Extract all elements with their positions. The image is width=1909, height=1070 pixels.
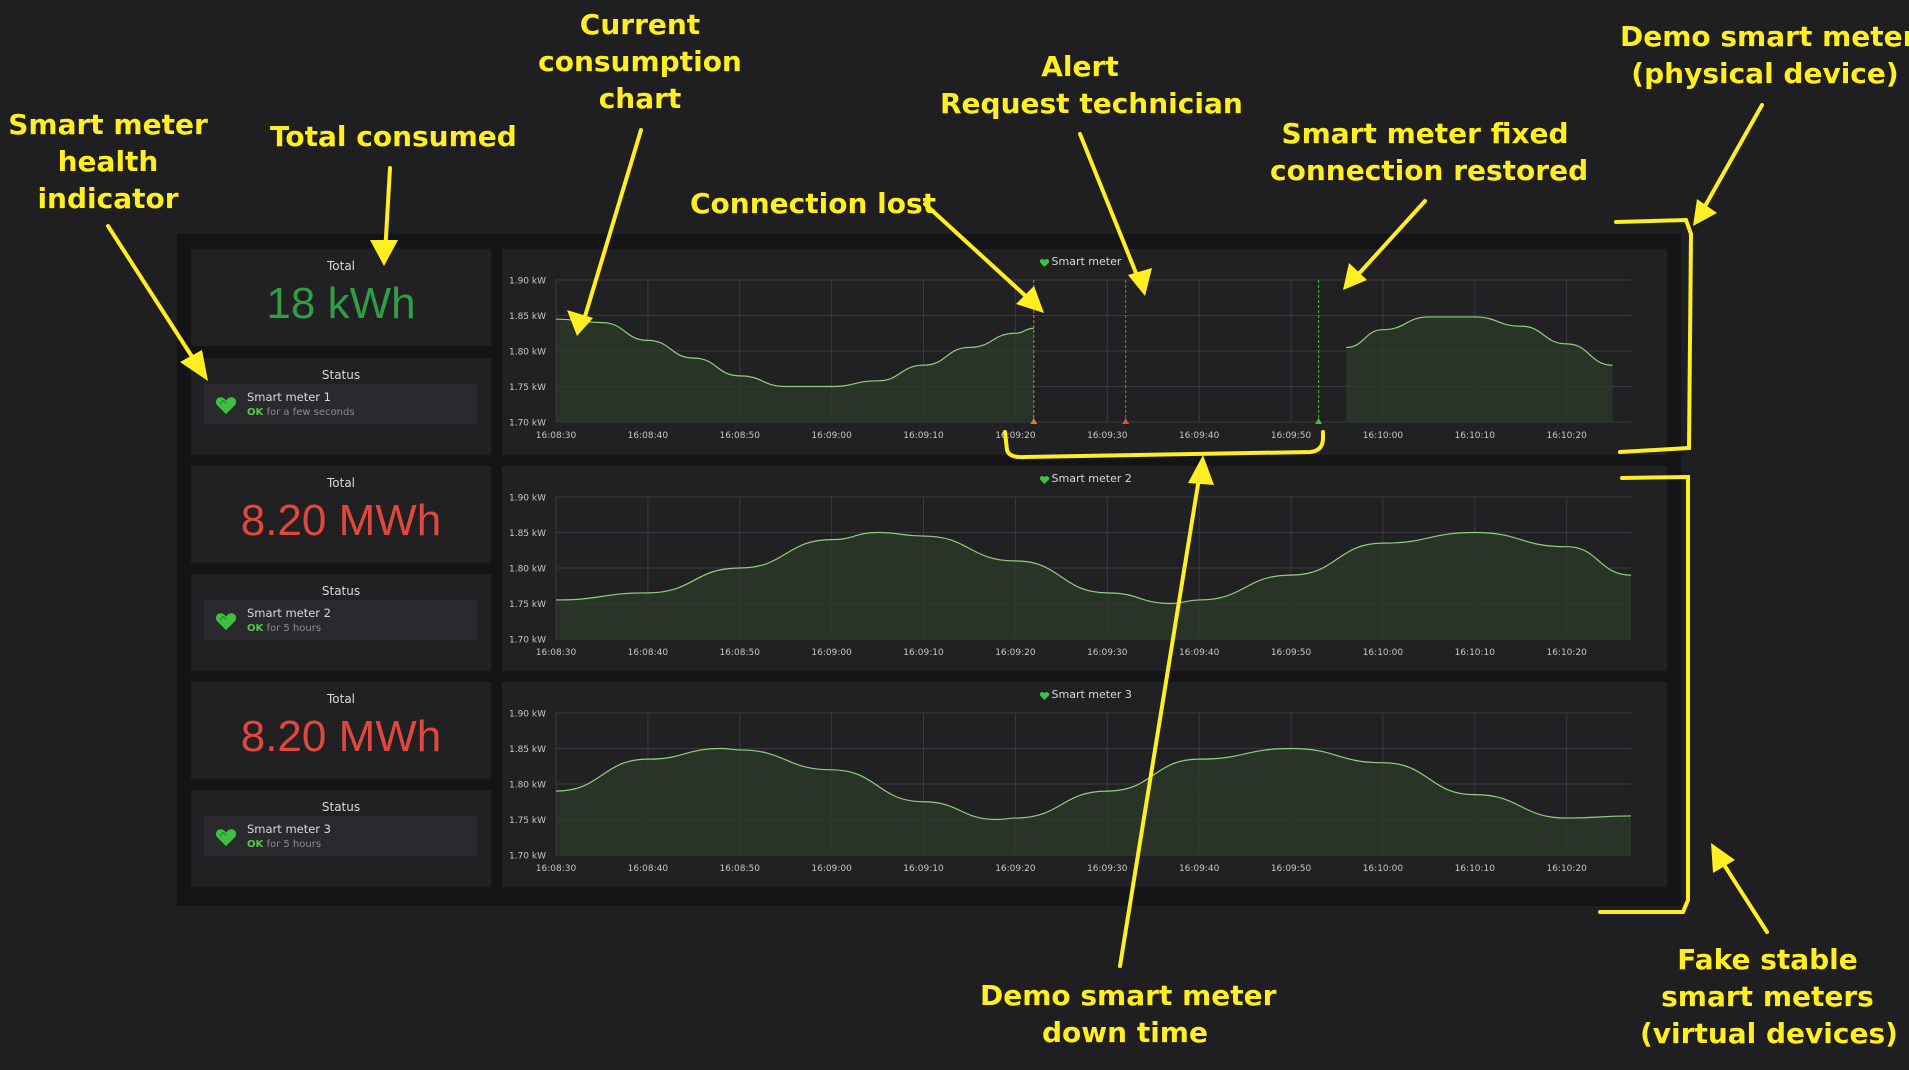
arrowhead-chart: [567, 310, 593, 336]
downtime-bracket: [1003, 430, 1325, 460]
annotation-chart: Current consumption chart: [538, 8, 742, 115]
arrowhead-fake: [1711, 843, 1735, 873]
annotation-alert: Alert Request technician: [940, 50, 1243, 120]
demo-bracket: [1614, 217, 1694, 454]
arrow-fixed: [1353, 199, 1427, 280]
annotation-fake: Fake stable smart meters (virtual devices): [1640, 943, 1898, 1050]
arrow-fake: [1719, 858, 1769, 934]
annotation-demo: Demo smart meter (physical device): [1620, 20, 1909, 90]
annotation-health: Smart meter health indicator: [8, 108, 208, 215]
arrow-downtime: [1118, 470, 1202, 968]
annotation-downtime: Demo smart meter down time: [980, 979, 1277, 1049]
arrow-demo: [1698, 103, 1764, 217]
annotation-lost: Connection lost: [690, 187, 937, 220]
annotation-total: Total consumed: [270, 120, 517, 153]
arrow-lost: [923, 202, 1032, 302]
arrowhead-downtime: [1188, 455, 1214, 485]
arrowhead-health: [180, 350, 208, 381]
arrowhead-alert: [1128, 268, 1152, 296]
arrow-health: [106, 224, 200, 368]
annotation-fixed: Smart meter fixed connection restored: [1270, 117, 1589, 187]
arrow-chart: [581, 128, 643, 325]
annotation-overlay: [106, 103, 1769, 968]
fake-bracket: [1598, 474, 1690, 914]
arrowhead-total: [370, 240, 398, 266]
arrow-alert: [1078, 132, 1142, 285]
